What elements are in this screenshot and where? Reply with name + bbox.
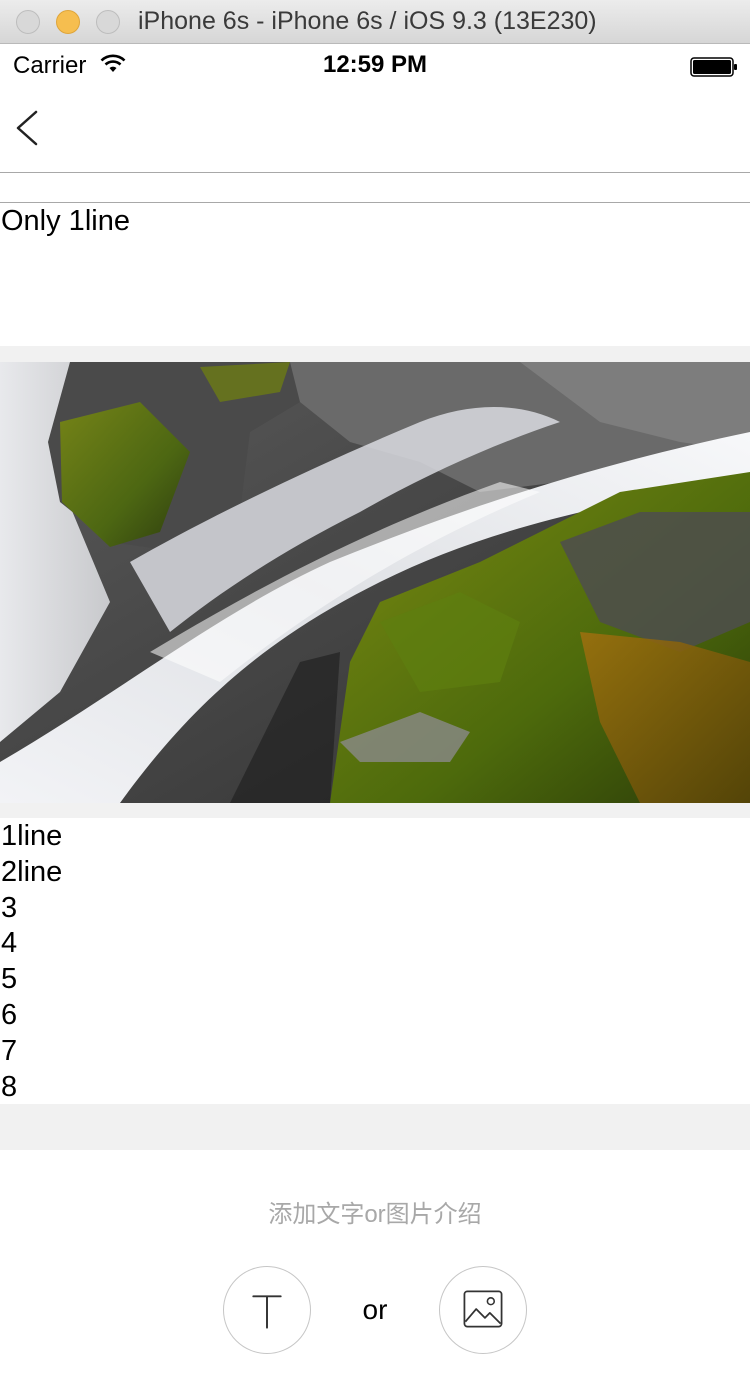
text-line: 2line — [1, 855, 63, 888]
status-time: 12:59 PM — [322, 51, 428, 78]
divider — [0, 202, 750, 203]
chevron-left-icon[interactable] — [10, 108, 46, 148]
status-bar: Carrier 12:59 PM — [0, 44, 750, 84]
add-text-button[interactable] — [223, 1266, 311, 1354]
add-image-button[interactable] — [439, 1266, 527, 1354]
window-minimize-button[interactable] — [56, 10, 80, 34]
text-block-single[interactable]: Only 1line — [1, 204, 130, 238]
text-line: 4 — [1, 927, 18, 960]
text-line: 3 — [1, 891, 18, 924]
navigation-bar — [0, 84, 750, 173]
section-separator — [0, 346, 750, 362]
window-zoom-button[interactable] — [96, 10, 120, 34]
content-image[interactable] — [0, 362, 750, 803]
simulator-title-bar: iPhone 6s - iPhone 6s / iOS 9.3 (13E230) — [0, 0, 750, 44]
battery-icon — [690, 57, 737, 77]
or-separator-label: or — [362, 1294, 388, 1325]
section-separator — [0, 1104, 750, 1150]
window-close-button[interactable] — [16, 10, 40, 34]
text-line: 7 — [1, 1034, 18, 1067]
window-title: iPhone 6s - iPhone 6s / iOS 9.3 (13E230) — [138, 7, 597, 35]
text-t-icon — [252, 1295, 282, 1329]
waterfall-image — [0, 362, 750, 803]
text-block-multiline[interactable]: 1line 2line 3 4 5 6 7 8 — [1, 819, 62, 1105]
text-line: 6 — [1, 998, 18, 1031]
text-line: 8 — [1, 1070, 18, 1103]
image-icon — [463, 1290, 503, 1328]
text-line: 1line — [1, 820, 63, 852]
text-line: 5 — [1, 963, 18, 996]
add-content-prompt: 添加文字or图片介绍 — [268, 1201, 482, 1228]
section-separator — [0, 803, 750, 818]
